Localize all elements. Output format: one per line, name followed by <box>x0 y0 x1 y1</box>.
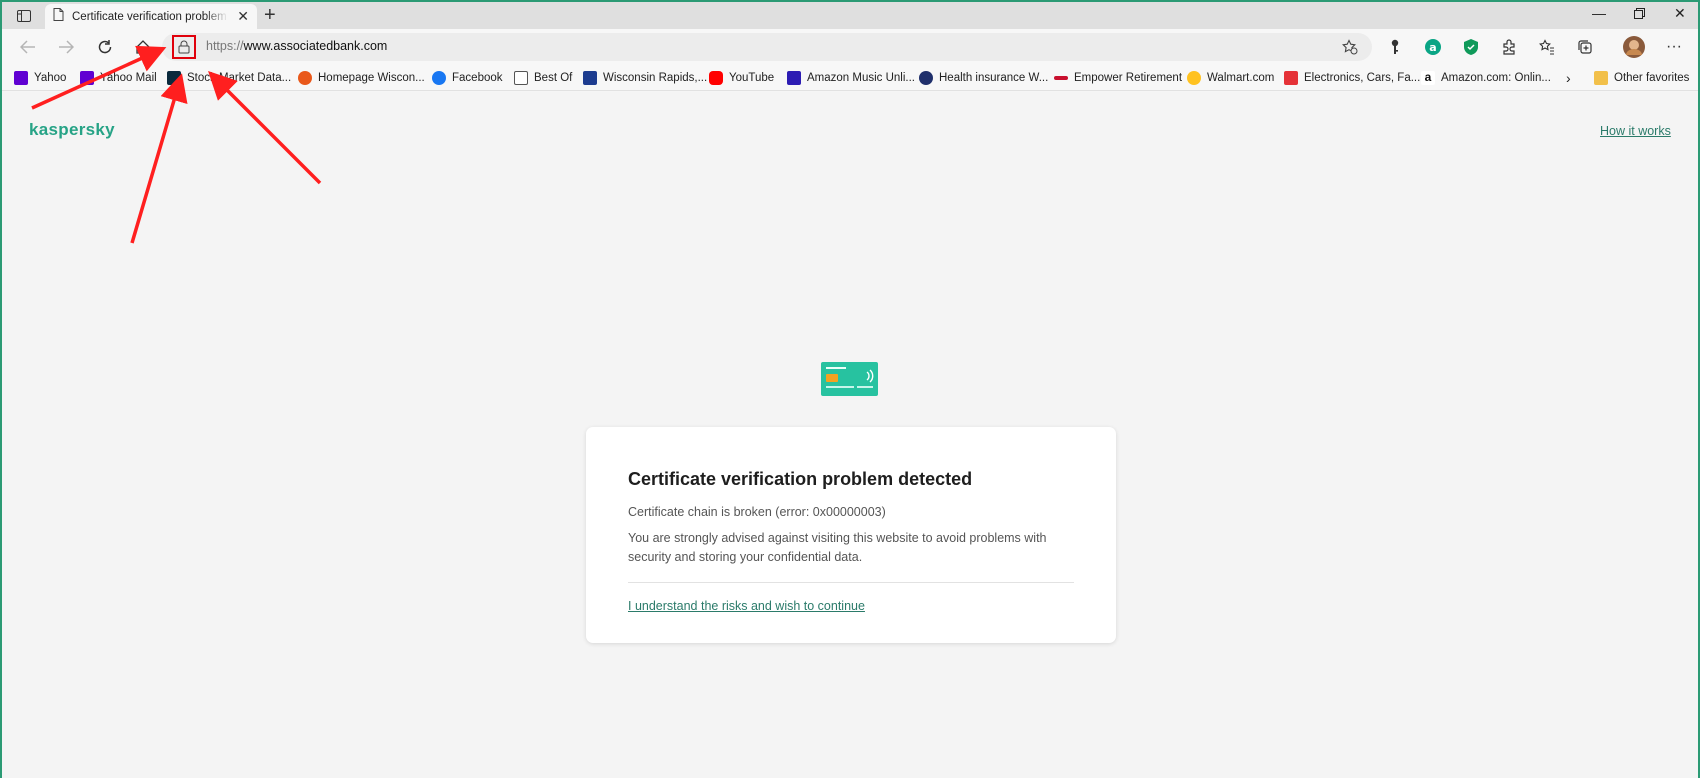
empower-icon <box>1054 76 1068 80</box>
url-protocol: https:// <box>206 39 244 53</box>
fav-yahoo-mail[interactable]: Yahoo Mail <box>80 70 157 86</box>
favorites-bar: Yahoo Yahoo Mail Stock Market Data... Ho… <box>2 65 1698 91</box>
fav-ebay[interactable]: Electronics, Cars, Fa... <box>1284 70 1420 86</box>
toolbar: https://www.associatedbank.com a ··· <box>2 29 1698 65</box>
kaspersky-warning-page: kaspersky How it works Certificate verif… <box>2 92 1698 778</box>
url-host: www.associatedbank.com <box>243 39 388 53</box>
amazon-icon: a <box>1421 71 1435 85</box>
fav-label: Wisconsin Rapids,... <box>603 72 708 84</box>
page-icon <box>514 71 528 85</box>
kaspersky-logo: kaspersky <box>29 120 115 139</box>
fav-homepage[interactable]: Homepage Wiscon... <box>298 70 425 86</box>
profile-avatar[interactable] <box>1622 35 1646 59</box>
error-code-text: Certificate chain is broken (error: 0x00… <box>628 505 886 519</box>
lock-icon[interactable] <box>172 35 196 59</box>
fav-yahoo[interactable]: Yahoo <box>14 70 66 86</box>
fav-label: Electronics, Cars, Fa... <box>1304 72 1421 84</box>
warning-panel: Certificate verification problem detecte… <box>586 427 1116 643</box>
fav-amazon-music[interactable]: Amazon Music Unli... <box>787 70 915 86</box>
bank-card-icon <box>821 362 878 396</box>
tab-actions-icon[interactable] <box>10 6 38 26</box>
walmart-icon <box>1187 71 1201 85</box>
fav-label: Amazon.com: Onlin... <box>1441 72 1551 84</box>
warning-title: Certificate verification problem detecte… <box>628 469 973 489</box>
fav-walmart[interactable]: Walmart.com <box>1187 70 1274 86</box>
yahoo-icon <box>14 71 28 85</box>
more-menu-icon[interactable]: ··· <box>1664 37 1684 57</box>
fav-label: Stock Market Data... <box>187 72 292 84</box>
fav-label: Walmart.com <box>1207 72 1275 84</box>
favorites-icon[interactable] <box>1537 37 1557 57</box>
fav-wisconsin-rapids[interactable]: Wisconsin Rapids,... <box>583 70 707 86</box>
back-icon[interactable] <box>18 37 38 57</box>
refresh-icon[interactable] <box>95 37 115 57</box>
fav-label: YouTube <box>729 72 775 84</box>
how-it-works-link[interactable]: How it works <box>1600 124 1671 138</box>
fav-label: Yahoo Mail <box>100 72 157 84</box>
news-icon <box>583 71 597 85</box>
browser-window: Certificate verification problem detecte… <box>2 2 1698 778</box>
key-icon[interactable] <box>1385 37 1405 57</box>
fav-health-insurance[interactable]: Health insurance W... <box>919 70 1048 86</box>
url-text[interactable]: https://www.associatedbank.com <box>206 39 387 53</box>
minimize-icon[interactable]: — <box>1592 5 1606 21</box>
new-tab-icon[interactable]: + <box>264 5 276 25</box>
mail-icon <box>80 71 94 85</box>
stock-icon <box>167 71 181 85</box>
facebook-icon <box>432 71 446 85</box>
collections-icon[interactable] <box>1575 37 1595 57</box>
tab-active[interactable]: Certificate verification problem detecte… <box>45 4 257 29</box>
fav-stock-market[interactable]: Stock Market Data... <box>167 70 291 86</box>
tab-strip: Certificate verification problem detecte… <box>2 2 1698 29</box>
add-favorite-icon[interactable] <box>1342 39 1358 60</box>
chevron-right-icon[interactable]: › <box>1566 70 1571 86</box>
fav-label: Health insurance W... <box>939 72 1049 84</box>
continue-link[interactable]: I understand the risks and wish to conti… <box>628 599 865 613</box>
health-icon <box>919 71 933 85</box>
homepage-icon <box>298 71 312 85</box>
fav-facebook[interactable]: Facebook <box>432 70 503 86</box>
fav-label: Empower Retirement <box>1074 72 1183 84</box>
other-favorites[interactable]: Other favorites <box>1594 70 1689 86</box>
fav-amazon[interactable]: a Amazon.com: Onlin... <box>1421 70 1551 86</box>
other-favorites-label: Other favorites <box>1614 72 1690 84</box>
fav-label: Yahoo <box>34 72 67 84</box>
page-icon <box>53 7 64 26</box>
fav-best-of[interactable]: Best Of <box>514 70 572 86</box>
advice-text: You are strongly advised against visitin… <box>628 531 1047 564</box>
fav-label: Amazon Music Unli... <box>807 72 916 84</box>
amazon-assistant-icon[interactable]: a <box>1423 37 1443 57</box>
youtube-icon <box>709 71 723 85</box>
amazon-music-icon <box>787 71 801 85</box>
extensions-icon[interactable] <box>1499 37 1519 57</box>
fav-label: Facebook <box>452 72 503 84</box>
svg-text:a: a <box>1429 41 1436 54</box>
fav-label: Homepage Wiscon... <box>318 72 425 84</box>
ebay-icon <box>1284 71 1298 85</box>
fav-empower[interactable]: Empower Retirement <box>1054 70 1182 86</box>
tab-title: Certificate verification problem detecte… <box>72 10 228 23</box>
close-window-icon[interactable]: ✕ <box>1674 5 1686 22</box>
fav-label: Best Of <box>534 72 573 84</box>
shield-icon[interactable] <box>1461 37 1481 57</box>
fav-youtube[interactable]: YouTube <box>709 70 774 86</box>
home-icon[interactable] <box>133 37 153 57</box>
close-tab-icon[interactable]: ✕ <box>237 9 249 23</box>
address-bar[interactable]: https://www.associatedbank.com <box>162 33 1372 61</box>
folder-icon <box>1594 71 1608 85</box>
forward-icon[interactable] <box>56 37 76 57</box>
divider <box>628 582 1074 583</box>
restore-icon[interactable] <box>1634 6 1645 22</box>
